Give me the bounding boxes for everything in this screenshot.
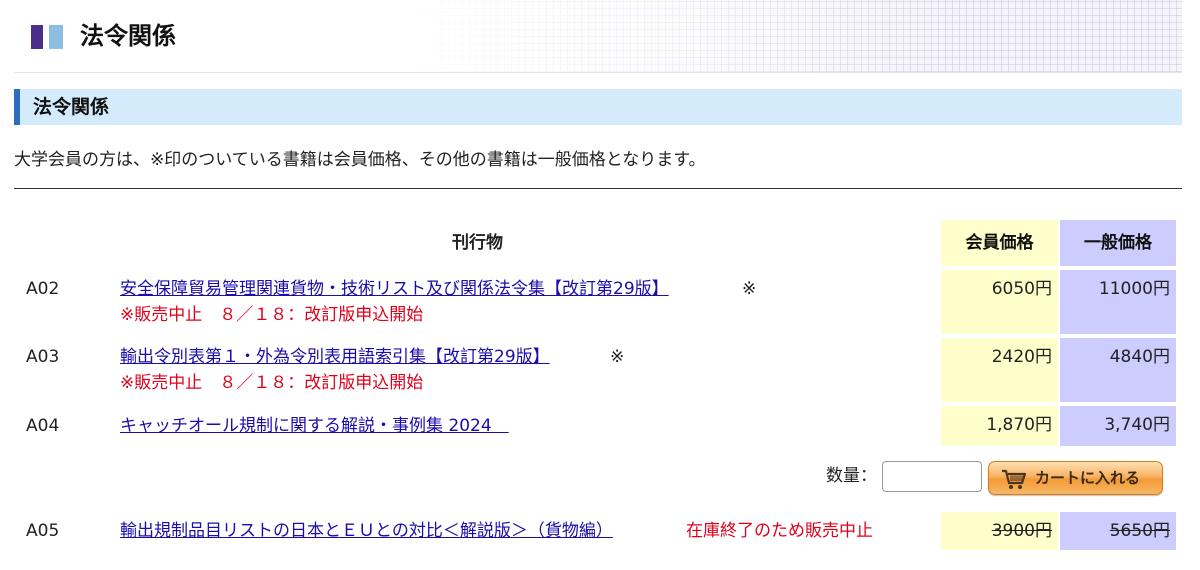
item-status: 在庫終了のため販売中止 <box>686 521 873 541</box>
divider <box>14 188 1182 189</box>
item-title-link[interactable]: 輸出令別表第１・外為令別表用語索引集【改訂第29版】 <box>120 344 550 370</box>
item-title-link[interactable]: キャッチオール規制に関する解説・事例集 2024 <box>120 413 509 439</box>
item-title-link[interactable]: 安全保障貿易管理関連貨物・技術リスト及び関係法令集【改訂第29版】 <box>120 276 669 302</box>
page-header: 法令関係 <box>14 0 1182 73</box>
item-title-link[interactable]: 輸出規制品目リストの日本とＥＵとの対比＜解説版＞（貨物編） <box>120 518 613 544</box>
cart-icon <box>1002 469 1027 489</box>
section-heading: 法令関係 <box>14 89 1182 125</box>
general-price-column-header: 一般価格 <box>1060 220 1176 266</box>
section-title: 法令関係 <box>33 96 110 118</box>
item-code: A02 <box>26 279 60 299</box>
add-to-cart-button[interactable]: カートに入れる <box>988 461 1163 495</box>
title-decoration-icon <box>31 25 67 49</box>
item-code: A04 <box>26 416 60 436</box>
member-price: 6050円 <box>941 270 1058 334</box>
item-code: A05 <box>26 521 60 541</box>
item-status: ※販売中止 ８／１８：改訂版申込開始 <box>120 373 424 393</box>
general-price: 3,740円 <box>1060 406 1176 446</box>
member-price: 2420円 <box>941 338 1058 402</box>
quantity-label: 数量： <box>826 466 877 486</box>
member-price: 3900円 <box>941 512 1058 550</box>
general-price: 4840円 <box>1060 338 1176 402</box>
publication-column-header: 刊行物 <box>452 233 503 253</box>
member-price: 1,870円 <box>941 406 1058 446</box>
member-price-column-header: 会員価格 <box>941 220 1058 266</box>
member-mark: ※ <box>610 347 625 367</box>
add-to-cart-label: カートに入れる <box>1035 469 1141 487</box>
page-title: 法令関係 <box>80 22 176 50</box>
general-price: 5650円 <box>1060 512 1176 550</box>
general-price: 11000円 <box>1060 270 1176 334</box>
member-price-notice: 大学会員の方は、※印のついている書籍は会員価格、その他の書籍は一般価格となります… <box>14 150 706 170</box>
member-mark: ※ <box>742 279 757 299</box>
quantity-input[interactable] <box>882 461 982 492</box>
item-status: ※販売中止 ８／１８：改訂版申込開始 <box>120 305 424 325</box>
item-code: A03 <box>26 347 60 367</box>
